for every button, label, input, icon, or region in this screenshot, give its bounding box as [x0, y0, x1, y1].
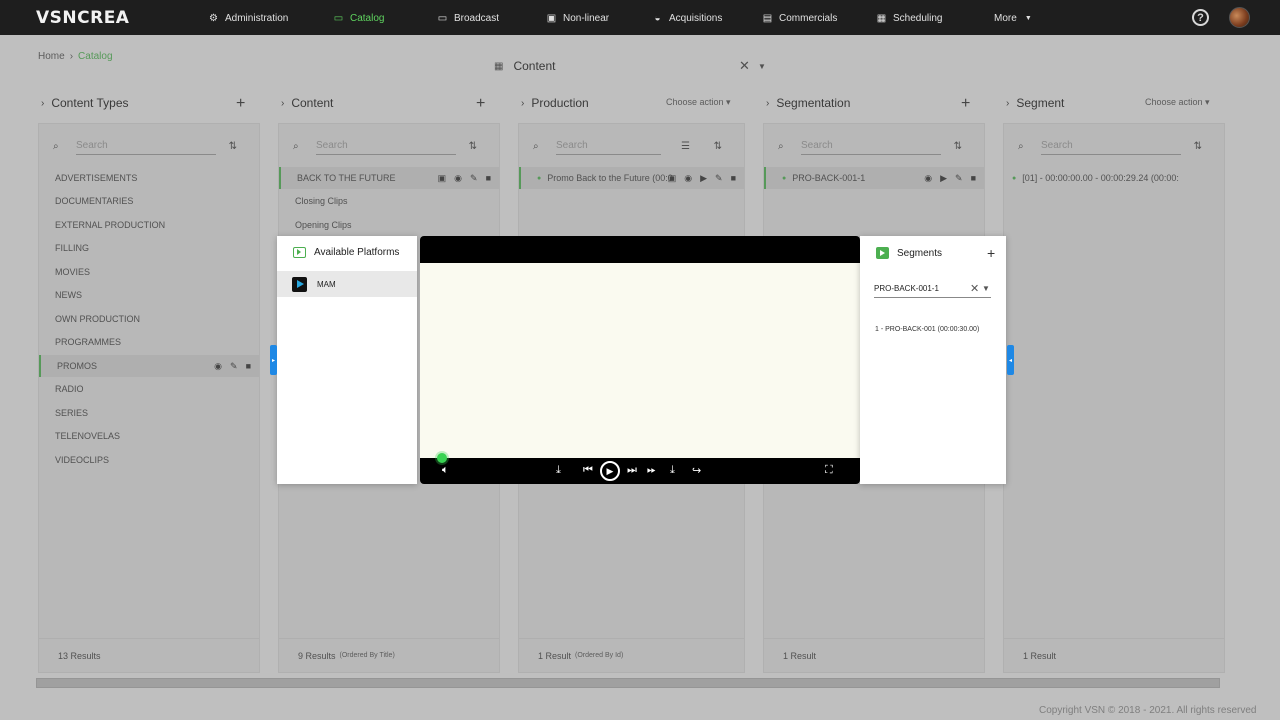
- nav-label: Broadcast: [454, 12, 500, 24]
- platform-label: MAM: [317, 279, 336, 289]
- skip-forward-icon[interactable]: ⏭︎: [627, 464, 637, 477]
- nav-label: Non-linear: [563, 12, 610, 24]
- play-button[interactable]: ▶: [600, 461, 620, 481]
- platforms-title-label: Available Platforms: [314, 247, 400, 258]
- collapse-right-tab[interactable]: ◂: [1007, 345, 1014, 375]
- nav-administration[interactable]: ⚙ Administration: [208, 9, 288, 27]
- segmentation-select-value: PRO-BACK-001-1: [874, 284, 939, 293]
- segments-title-label: Segments: [897, 247, 943, 259]
- segments-title: Segments: [876, 247, 942, 259]
- fullscreen-icon[interactable]: ⛶: [825, 464, 833, 477]
- caret-down-icon: ▼: [1024, 14, 1032, 22]
- nav-label: Scheduling: [893, 12, 943, 24]
- avatar[interactable]: [1229, 7, 1250, 28]
- vsncrea-logo[interactable]: VSNCREA: [36, 8, 129, 28]
- nav-non-linear[interactable]: ▣ Non-linear: [546, 9, 609, 27]
- skip-back-icon[interactable]: ⏮︎: [583, 464, 593, 477]
- fast-forward-icon[interactable]: ⏩︎: [647, 464, 656, 477]
- mam-play-icon: [292, 276, 307, 292]
- video-player[interactable]: 🔈︎ ⤓ ⏮︎ ▶ ⏭︎ ⏩︎ ⤓ ↪ ⛶: [420, 236, 860, 484]
- platform-icon: [293, 247, 306, 258]
- available-platforms-card: Available Platforms MAM: [277, 236, 417, 484]
- segments-icon: [876, 247, 889, 259]
- basket-icon: ◒: [654, 12, 661, 24]
- tv-icon: ▭: [333, 12, 344, 24]
- mark-in-icon[interactable]: ⤓: [556, 464, 561, 477]
- segment-list-item[interactable]: 1 - PRO-BACK-001 (00:00:30.00): [875, 326, 979, 333]
- video-frame[interactable]: [420, 263, 860, 463]
- platforms-title: Available Platforms: [293, 247, 399, 258]
- caret-down-icon[interactable]: ▼: [982, 284, 990, 293]
- add-segment-button[interactable]: +: [987, 245, 995, 261]
- nav-label: Catalog: [350, 12, 385, 24]
- nav-acquisitions[interactable]: ◒ Acquisitions: [652, 9, 722, 27]
- cast-icon: ▭: [437, 12, 448, 24]
- collapse-left-tab[interactable]: ▸: [270, 345, 277, 375]
- clear-icon[interactable]: ✕: [970, 282, 979, 295]
- nav-label: Acquisitions: [669, 12, 723, 24]
- segments-card: Segments + PRO-BACK-001-1 ✕ ▼ 1 - PRO-BA…: [860, 236, 1006, 484]
- help-icon[interactable]: ?: [1192, 9, 1209, 26]
- nav-catalog[interactable]: ▭ Catalog: [333, 9, 385, 27]
- nav-more[interactable]: More ▼: [994, 9, 1034, 27]
- top-navigation-bar: VSNCREA ⚙ Administration ▭ Catalog ▭ Bro…: [0, 0, 1280, 35]
- share-icon[interactable]: ↪: [692, 464, 701, 477]
- play-square-icon: ▣: [546, 12, 557, 24]
- nav-label: Administration: [225, 12, 289, 24]
- nav-scheduling[interactable]: ▦ Scheduling: [876, 9, 943, 27]
- document-icon: ▤: [762, 12, 773, 24]
- player-controls: 🔈︎ ⤓ ⏮︎ ▶ ⏭︎ ⏩︎ ⤓ ↪ ⛶: [420, 458, 860, 484]
- mark-out-icon[interactable]: ⤓: [670, 464, 675, 477]
- nav-label: More: [994, 12, 1017, 24]
- calendar-icon: ▦: [876, 12, 887, 24]
- nav-label: Commercials: [779, 12, 838, 24]
- platform-item-mam[interactable]: MAM: [277, 271, 417, 297]
- nav-broadcast[interactable]: ▭ Broadcast: [437, 9, 499, 27]
- gear-icon: ⚙: [209, 12, 218, 24]
- volume-icon[interactable]: 🔈︎: [442, 464, 449, 477]
- segmentation-select[interactable]: PRO-BACK-001-1 ✕ ▼: [874, 280, 991, 298]
- nav-commercials[interactable]: ▤ Commercials: [762, 9, 838, 27]
